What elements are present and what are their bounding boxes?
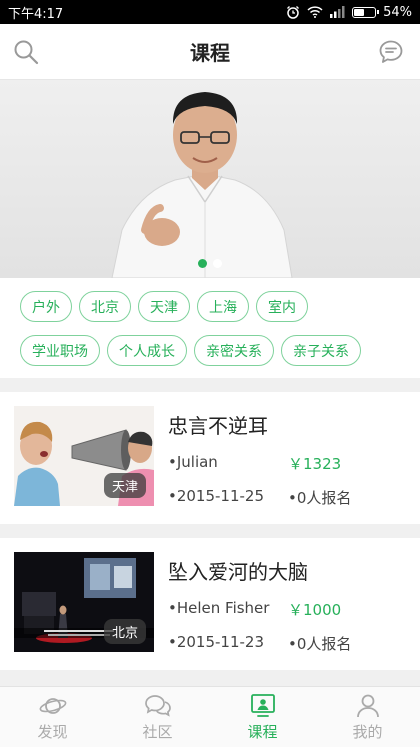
header: 课程	[0, 24, 420, 80]
course-date: •2015-11-25	[168, 487, 265, 505]
tag-personal-growth[interactable]: 个人成长	[107, 335, 187, 366]
tab-label: 课程	[247, 722, 278, 741]
tab-mine[interactable]: 我的	[315, 687, 420, 747]
city-badge: 北京	[103, 619, 146, 644]
course-info: 坠入爱河的大脑 •Helen Fisher ￥1000 •2015-11-23 …	[168, 556, 420, 667]
status-time: 下午4:17	[8, 6, 64, 22]
course-date: •2015-11-23	[168, 633, 265, 651]
carousel-dot[interactable]	[213, 259, 222, 268]
search-icon[interactable]	[12, 38, 40, 66]
wifi-icon	[307, 6, 323, 18]
alarm-icon	[286, 5, 300, 19]
page-title: 课程	[190, 41, 230, 65]
course-teacher: •Julian	[168, 453, 218, 471]
tag-beijing[interactable]: 北京	[79, 291, 131, 322]
battery-percent: 54%	[383, 4, 412, 20]
planet-icon	[39, 697, 66, 714]
course-info: 忠言不逆耳 •Julian ￥1323 •2015-11-25 •0人报名	[168, 410, 420, 521]
course-enrolled: •0人报名	[288, 635, 352, 653]
tab-label: 发现	[37, 722, 68, 741]
course-card[interactable]: 天津 忠言不逆耳 •Julian ￥1323 •2015-11-25 •0人报名	[0, 392, 420, 524]
course-teacher: •Helen Fisher	[168, 599, 270, 617]
user-icon	[356, 694, 379, 717]
tag-row: 学业职场 个人成长 亲密关系 亲子关系	[20, 335, 420, 366]
course-title: 坠入爱河的大脑	[168, 560, 308, 584]
tab-label: 我的	[352, 722, 383, 741]
carousel-dot[interactable]	[198, 259, 207, 268]
city-badge: 天津	[103, 473, 146, 498]
course-list: 天津 忠言不逆耳 •Julian ￥1323 •2015-11-25 •0人报名	[0, 392, 420, 684]
bottom-tab-bar: 发现 社区 课程 我的	[0, 686, 420, 747]
tag-row: 户外 北京 天津 上海 室内	[20, 291, 420, 322]
course-enrolled: •0人报名	[288, 489, 352, 507]
tab-discover[interactable]: 发现	[0, 687, 105, 747]
tag-outdoor[interactable]: 户外	[20, 291, 72, 322]
tag-study-career[interactable]: 学业职场	[20, 335, 100, 366]
course-card[interactable]: 北京 坠入爱河的大脑 •Helen Fisher ￥1000 •2015-11-…	[0, 538, 420, 670]
carousel-indicator	[0, 259, 420, 268]
tab-community[interactable]: 社区	[105, 687, 210, 747]
banner-carousel[interactable]	[0, 80, 420, 278]
tag-tianjin[interactable]: 天津	[138, 291, 190, 322]
tag-intimate-relationship[interactable]: 亲密关系	[194, 335, 274, 366]
banner-image	[111, 92, 293, 278]
course-thumbnail: 北京	[14, 552, 154, 652]
tab-label: 社区	[142, 722, 173, 741]
tag-filter-panel: 户外 北京 天津 上海 室内 学业职场 个人成长 亲密关系 亲子关系	[0, 278, 420, 378]
tag-shanghai[interactable]: 上海	[197, 291, 249, 322]
chat-bubbles-icon	[144, 694, 171, 717]
course-price: ￥1323	[288, 455, 342, 473]
tag-indoor[interactable]: 室内	[256, 291, 308, 322]
status-bar: 下午4:17 54%	[0, 0, 420, 24]
message-icon[interactable]	[378, 39, 404, 65]
course-title: 忠言不逆耳	[168, 414, 268, 438]
presentation-board-icon	[250, 693, 275, 717]
tag-parent-child[interactable]: 亲子关系	[281, 335, 361, 366]
signal-icon	[330, 6, 345, 18]
course-price: ￥1000	[288, 601, 342, 619]
tab-courses[interactable]: 课程	[210, 687, 315, 747]
course-thumbnail: 天津	[14, 406, 154, 506]
battery-icon	[352, 6, 380, 18]
